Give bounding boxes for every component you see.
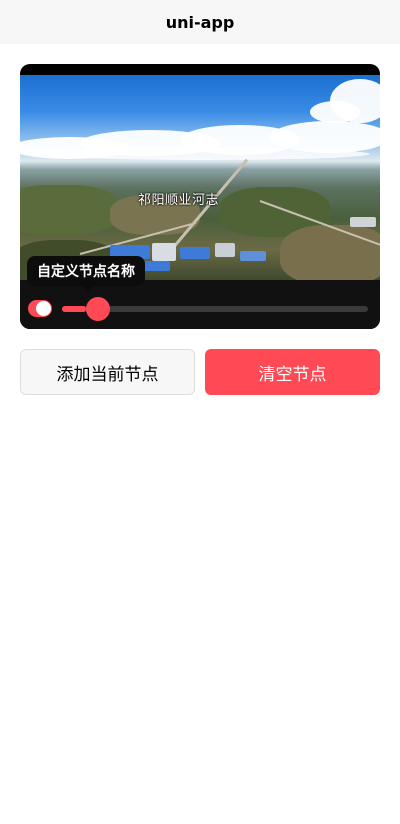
video-controls bbox=[20, 280, 380, 329]
page-title: uni-app bbox=[165, 12, 235, 32]
add-node-button[interactable]: 添加当前节点 bbox=[20, 349, 195, 395]
clear-nodes-button[interactable]: 清空节点 bbox=[205, 349, 380, 395]
video-frame[interactable] bbox=[20, 75, 380, 280]
node-toggle[interactable] bbox=[28, 300, 52, 317]
progress-fill bbox=[62, 306, 87, 312]
navbar: uni-app bbox=[0, 0, 400, 44]
node-tooltip: 自定义节点名称 bbox=[27, 256, 145, 292]
toggle-knob bbox=[36, 301, 51, 316]
video-subtitle: 祁阳顺业河志 bbox=[138, 193, 220, 208]
